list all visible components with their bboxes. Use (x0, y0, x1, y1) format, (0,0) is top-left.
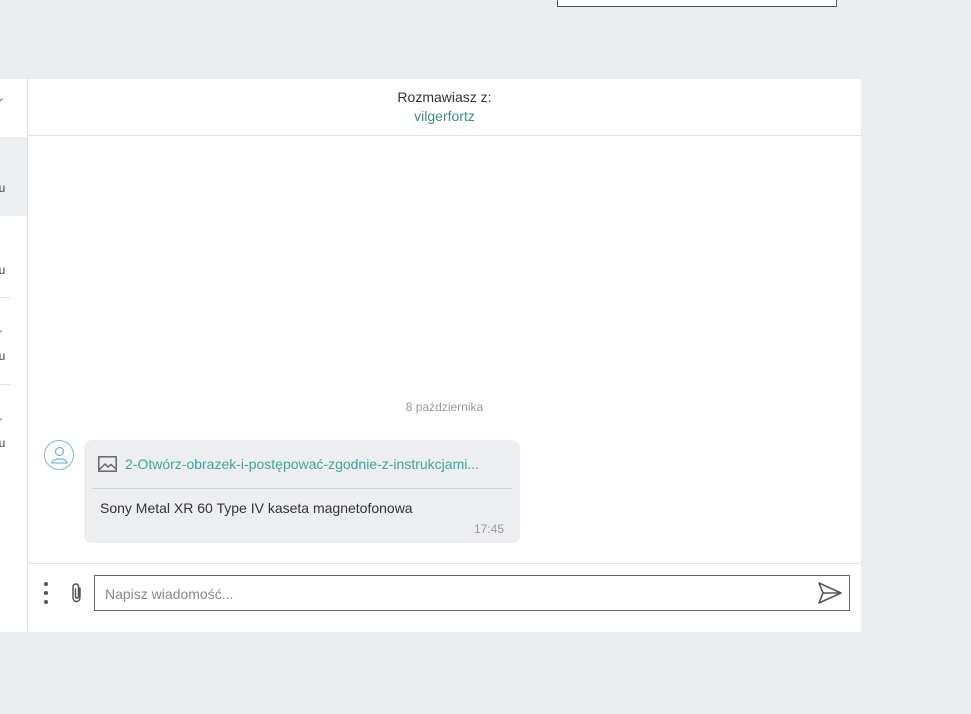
conversation-time: nu (0, 181, 5, 195)
conversation-snippet: .. (0, 409, 3, 423)
conversation-time: nu (0, 349, 5, 363)
avatar (44, 440, 74, 470)
message-composer (28, 563, 861, 633)
conversation-item[interactable]: .. nu (0, 385, 27, 471)
message-divider (92, 488, 512, 489)
image-icon (98, 456, 117, 472)
conversation-snippet: .. (0, 321, 3, 335)
date-separator: 8 października (405, 400, 484, 414)
message-text: Sony Metal XR 60 Type IV kaseta magnetof… (100, 500, 413, 516)
messages-panel: ⌄ nu nu .. nu .. nu Rozmawiasz z: vilger… (0, 79, 861, 632)
conversation-list: ⌄ nu nu .. nu .. nu (0, 79, 28, 632)
chat-header-label: Rozmawiasz z: (397, 89, 492, 105)
conversation-item[interactable]: nu (0, 137, 27, 216)
chat-header: Rozmawiasz z: vilgerfortz (28, 79, 861, 136)
paperclip-icon[interactable] (68, 582, 86, 609)
kebab-menu-icon[interactable] (41, 582, 51, 606)
message-time: 17:45 (473, 522, 504, 536)
message-input-box (94, 575, 850, 612)
message-input[interactable] (103, 576, 807, 612)
chevron-down-icon[interactable]: ⌄ (0, 91, 5, 104)
send-icon[interactable] (817, 581, 843, 610)
attachment-link[interactable]: 2-Otwórz-obrazek-i-postępować-zgodnie-z-… (98, 455, 479, 473)
user-icon (51, 446, 68, 464)
message-bubble: 2-Otwórz-obrazek-i-postępować-zgodnie-z-… (84, 440, 520, 543)
conversation-item[interactable]: .. nu (0, 298, 27, 384)
top-search-input[interactable] (557, 0, 837, 7)
conversation-item[interactable]: nu (0, 217, 27, 297)
conversation-time: nu (0, 263, 5, 277)
attachment-filename[interactable]: 2-Otwórz-obrazek-i-postępować-zgodnie-z-… (125, 456, 479, 472)
conversation-time: nu (0, 436, 5, 450)
chat-partner-link[interactable]: vilgerfortz (28, 108, 861, 124)
